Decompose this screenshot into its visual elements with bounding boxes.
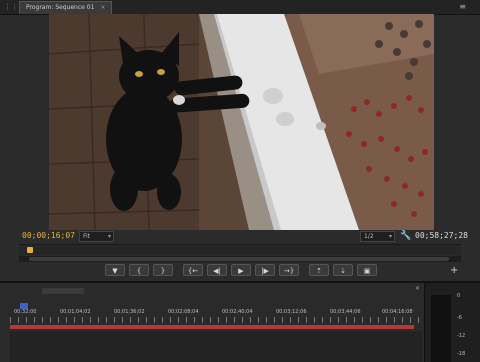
- mark-in-button[interactable]: {: [129, 264, 149, 276]
- lift-button[interactable]: ⇡: [309, 264, 329, 276]
- panel-menu-icon[interactable]: ≡: [459, 2, 466, 12]
- go-to-in-button[interactable]: {←: [183, 264, 203, 276]
- step-forward-button[interactable]: |▶: [255, 264, 275, 276]
- timeline-ticks: [10, 317, 422, 323]
- chevron-down-icon: ▾: [107, 233, 111, 240]
- monitor-time-ruler[interactable]: [19, 244, 461, 255]
- timeline-tracks[interactable]: [10, 331, 422, 362]
- step-back-button[interactable]: ◀|: [207, 264, 227, 276]
- chevron-down-icon: ▾: [388, 233, 392, 240]
- program-monitor-panel: ⋮⋮ Program: Sequence 01 × ≡ 00;00;16;07 …: [0, 0, 480, 362]
- video-frame: [49, 14, 434, 230]
- playback-resolution-select[interactable]: 1/2 ▾: [360, 231, 395, 242]
- ruler-label: 00;01;36;02: [114, 309, 145, 315]
- ruler-label: 00;32;00: [14, 309, 37, 315]
- extract-button[interactable]: ⇣: [333, 264, 353, 276]
- timeline-ruler[interactable]: × 00;32;00 00;01;04;02 00;01;36;02 00;02…: [10, 283, 422, 323]
- meter-scale-label: 0: [457, 293, 461, 299]
- tab-close-icon[interactable]: ×: [100, 4, 105, 11]
- mark-out-button[interactable]: }: [153, 264, 173, 276]
- scrollbar-thumb[interactable]: [29, 257, 449, 261]
- go-to-out-button[interactable]: →}: [279, 264, 299, 276]
- audio-meter-bar: [431, 295, 451, 362]
- wrench-icon[interactable]: 🔧: [400, 230, 411, 242]
- meter-scale-label: -18: [457, 351, 466, 357]
- export-frame-button[interactable]: ▣: [357, 264, 377, 276]
- panel-tab-bar: ⋮⋮ Program: Sequence 01 × ≡: [0, 0, 480, 15]
- meter-scale-label: -12: [457, 333, 466, 339]
- meter-scale-label: -6: [457, 315, 462, 321]
- playhead-marker[interactable]: [27, 247, 33, 253]
- play-button[interactable]: ▶: [231, 264, 251, 276]
- zoom-level-select[interactable]: Fit ▾: [79, 231, 114, 242]
- ruler-label: 00;03;44;06: [330, 309, 361, 315]
- audio-meter: 0 -6 -12 -18: [424, 283, 480, 362]
- tab-program-sequence[interactable]: Program: Sequence 01 ×: [19, 1, 113, 14]
- add-marker-button[interactable]: ▼: [105, 264, 125, 276]
- tab-label: Program: Sequence 01: [26, 4, 95, 11]
- monitor-zoom-scrollbar[interactable]: [19, 256, 461, 262]
- monitor-controls-row: 00;00;16;07 Fit ▾ 1/2 ▾ 🔧 00;58;27;28: [0, 230, 480, 242]
- duration-timecode: 00;58;27;28: [415, 231, 468, 240]
- ruler-label: 00;04;16;08: [382, 309, 413, 315]
- ruler-label: 00;02;08;04: [168, 309, 199, 315]
- ruler-label: 00;01;04;02: [60, 309, 91, 315]
- ruler-label: 00;02;40;04: [222, 309, 253, 315]
- playback-resolution-value: 1/2: [364, 233, 374, 240]
- timeline-panel: × 00;32;00 00;01;04;02 00;01;36;02 00;02…: [0, 281, 480, 362]
- panel-grip-icon[interactable]: ⋮⋮: [4, 3, 18, 11]
- work-area-bar[interactable]: [10, 325, 414, 329]
- button-editor-plus-icon[interactable]: +: [450, 265, 458, 277]
- timeline-tab[interactable]: [42, 288, 84, 294]
- timeline-close-icon[interactable]: ×: [415, 285, 420, 292]
- zoom-level-value: Fit: [83, 233, 91, 240]
- ruler-label: 00;03;12;06: [276, 309, 307, 315]
- playhead-timecode[interactable]: 00;00;16;07: [22, 230, 75, 242]
- video-preview[interactable]: [49, 14, 434, 230]
